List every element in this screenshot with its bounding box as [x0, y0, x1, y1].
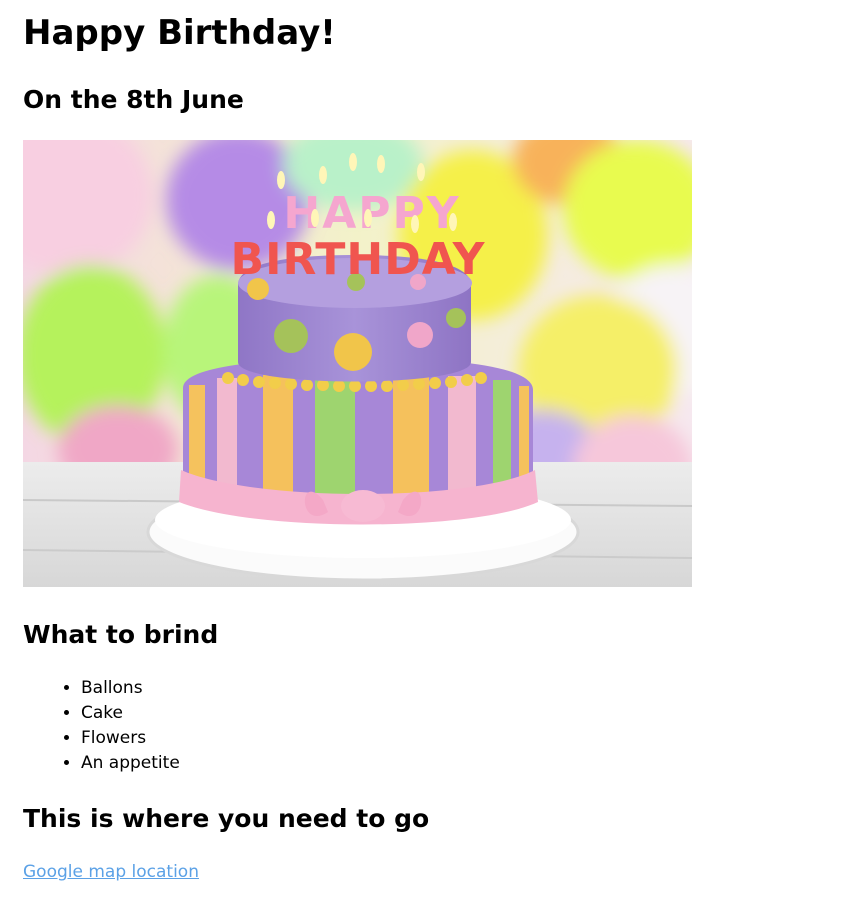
- list-item: Ballons: [81, 676, 180, 701]
- svg-text:HAPPY: HAPPY: [283, 188, 460, 239]
- list-item: Flowers: [81, 726, 180, 751]
- bring-list: Ballons Cake Flowers An appetite: [23, 676, 180, 776]
- svg-text:BIRTHDAY: BIRTHDAY: [231, 234, 486, 285]
- page: Happy Birthday! On the 8th June HAPPY BI…: [0, 0, 851, 909]
- page-title: Happy Birthday!: [23, 13, 336, 53]
- birthday-cake-image: HAPPY BIRTHDAY: [23, 140, 692, 587]
- page-subtitle: On the 8th June: [23, 85, 244, 114]
- list-item: Cake: [81, 701, 180, 726]
- what-to-bring-heading: What to brind: [23, 620, 219, 649]
- google-map-link[interactable]: Google map location: [23, 860, 199, 884]
- list-item: An appetite: [81, 751, 180, 776]
- location-heading: This is where you need to go: [23, 804, 430, 833]
